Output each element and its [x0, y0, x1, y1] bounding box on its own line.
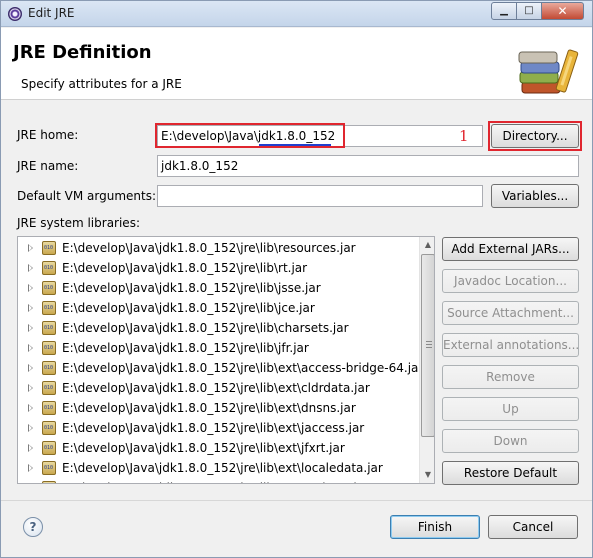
jre-name-label: JRE name:: [17, 159, 79, 173]
expand-arrow-icon[interactable]: [28, 304, 33, 312]
library-path: E:\develop\Java\jdk1.8.0_152\jre\lib\ext…: [62, 461, 383, 475]
dialog-header: JRE Definition Specify attributes for a …: [1, 28, 592, 100]
scroll-down-arrow-icon[interactable]: ▼: [420, 467, 434, 483]
libraries-label: JRE system libraries:: [17, 216, 140, 230]
expand-arrow-icon[interactable]: [28, 244, 33, 252]
jar-icon: [42, 301, 56, 315]
jar-icon: [42, 381, 56, 395]
grip-line: [426, 344, 432, 345]
jar-icon: [42, 421, 56, 435]
jar-icon: [42, 321, 56, 335]
footer-separator: [1, 500, 592, 501]
expand-arrow-icon[interactable]: [28, 324, 33, 332]
close-button[interactable]: ✕: [541, 2, 584, 20]
expand-arrow-icon[interactable]: [28, 424, 33, 432]
expand-arrow-icon[interactable]: [28, 284, 33, 292]
up-button[interactable]: Up: [442, 397, 579, 421]
jar-icon: [42, 341, 56, 355]
library-path: E:\develop\Java\jdk1.8.0_152\jre\lib\ext…: [62, 401, 356, 415]
library-item[interactable]: E:\develop\Java\jdk1.8.0_152\jre\lib\cha…: [18, 318, 418, 338]
library-item[interactable]: E:\develop\Java\jdk1.8.0_152\jre\lib\ext…: [18, 378, 418, 398]
library-path: E:\develop\Java\jdk1.8.0_152\jre\lib\jss…: [62, 281, 321, 295]
eclipse-icon: [8, 7, 22, 21]
library-item[interactable]: E:\develop\Java\jdk1.8.0_152\jre\lib\rt.…: [18, 258, 418, 278]
library-path: E:\develop\Java\jdk1.8.0_152\jre\lib\ext…: [62, 381, 370, 395]
jar-icon: [42, 361, 56, 375]
libraries-scrollbar[interactable]: ▲ ▼: [419, 237, 434, 483]
source-attachment-button[interactable]: Source Attachment...: [442, 301, 579, 325]
library-path: E:\develop\Java\jdk1.8.0_152\jre\lib\res…: [62, 241, 356, 255]
add-external-jars-button[interactable]: Add External JARs...: [442, 237, 579, 261]
expand-arrow-icon[interactable]: [28, 344, 33, 352]
expand-arrow-icon[interactable]: [28, 384, 33, 392]
library-path: E:\develop\Java\jdk1.8.0_152\jre\lib\jfr…: [62, 341, 309, 355]
edit-jre-dialog: Edit JRE ▁ □ ✕ JRE Definition Specify at…: [0, 0, 593, 558]
jar-icon: [42, 281, 56, 295]
window-title: Edit JRE: [28, 6, 75, 20]
jar-icon: [42, 441, 56, 455]
library-path: E:\develop\Java\jdk1.8.0_152\jre\lib\rt.…: [62, 261, 308, 275]
libraries-tree[interactable]: E:\develop\Java\jdk1.8.0_152\jre\lib\res…: [17, 236, 435, 484]
help-icon[interactable]: ?: [23, 517, 43, 537]
library-path: E:\develop\Java\jdk1.8.0_152\jre\lib\cha…: [62, 321, 349, 335]
finish-button[interactable]: Finish: [390, 515, 480, 539]
library-item[interactable]: E:\develop\Java\jdk1.8.0_152\jre\lib\ext…: [18, 438, 418, 458]
scroll-thumb[interactable]: [421, 254, 434, 437]
expand-arrow-icon[interactable]: [28, 264, 33, 272]
library-item[interactable]: E:\develop\Java\jdk1.8.0_152\jre\lib\res…: [18, 238, 418, 258]
jar-icon: [42, 401, 56, 415]
minimize-button[interactable]: ▁: [491, 2, 517, 20]
books-icon: [518, 49, 579, 94]
expand-arrow-icon[interactable]: [28, 464, 33, 472]
page-subtitle: Specify attributes for a JRE: [21, 77, 182, 91]
title-bar: Edit JRE ▁ □ ✕: [1, 1, 592, 27]
jar-icon: [42, 241, 56, 255]
library-item[interactable]: E:\develop\Java\jdk1.8.0_152\jre\lib\jfr…: [18, 338, 418, 358]
jar-icon: [42, 261, 56, 275]
annotation-underline: [259, 144, 331, 146]
jre-home-label: JRE home:: [17, 128, 79, 142]
library-path: E:\develop\Java\jdk1.8.0_152\jre\lib\ext…: [62, 361, 424, 375]
vm-args-input[interactable]: [157, 185, 483, 207]
scroll-up-arrow-icon[interactable]: ▲: [420, 237, 434, 253]
library-path: E:\develop\Java\jdk1.8.0_152\jre\lib\jce…: [62, 301, 315, 315]
restore-default-button[interactable]: Restore Default: [442, 461, 579, 485]
library-item[interactable]: E:\develop\Java\jdk1.8.0_152\jre\lib\jce…: [18, 298, 418, 318]
external-annotations-button[interactable]: External annotations...: [442, 333, 579, 357]
maximize-button[interactable]: □: [516, 2, 542, 20]
expand-arrow-icon[interactable]: [28, 364, 33, 372]
remove-button[interactable]: Remove: [442, 365, 579, 389]
library-item[interactable]: E:\develop\Java\jdk1.8.0_152\jre\lib\ext…: [18, 458, 418, 478]
jar-icon: [42, 481, 56, 483]
vm-args-label: Default VM arguments:: [17, 189, 157, 203]
library-item[interactable]: E:\develop\Java\jdk1.8.0_152\jre\lib\ext…: [18, 418, 418, 438]
annotation-number: 1: [459, 127, 469, 145]
grip-line: [426, 341, 432, 342]
cancel-button[interactable]: Cancel: [488, 515, 578, 539]
library-item[interactable]: E:\develop\Java\jdk1.8.0_152\jre\lib\jss…: [18, 278, 418, 298]
annotation-highlight-directory: [488, 121, 582, 151]
jar-icon: [42, 461, 56, 475]
down-button[interactable]: Down: [442, 429, 579, 453]
library-path: E:\develop\Java\jdk1.8.0_152\jre\lib\ext…: [62, 421, 365, 435]
grip-line: [426, 347, 432, 348]
jre-name-input[interactable]: jdk1.8.0_152: [157, 155, 579, 177]
library-item[interactable]: E:\develop\Java\jdk1.8.0_152\jre\lib\ext…: [18, 478, 418, 483]
page-title: JRE Definition: [13, 42, 152, 63]
javadoc-location-button[interactable]: Javadoc Location...: [442, 269, 579, 293]
library-path: E:\develop\Java\jdk1.8.0_152\jre\lib\ext…: [62, 441, 345, 455]
library-path: E:\develop\Java\jdk1.8.0_152\jre\lib\ext…: [62, 478, 369, 483]
library-item[interactable]: E:\develop\Java\jdk1.8.0_152\jre\lib\ext…: [18, 358, 423, 378]
variables-button[interactable]: Variables...: [491, 184, 579, 208]
library-item[interactable]: E:\develop\Java\jdk1.8.0_152\jre\lib\ext…: [18, 398, 418, 418]
expand-arrow-icon[interactable]: [28, 444, 33, 452]
expand-arrow-icon[interactable]: [28, 404, 33, 412]
